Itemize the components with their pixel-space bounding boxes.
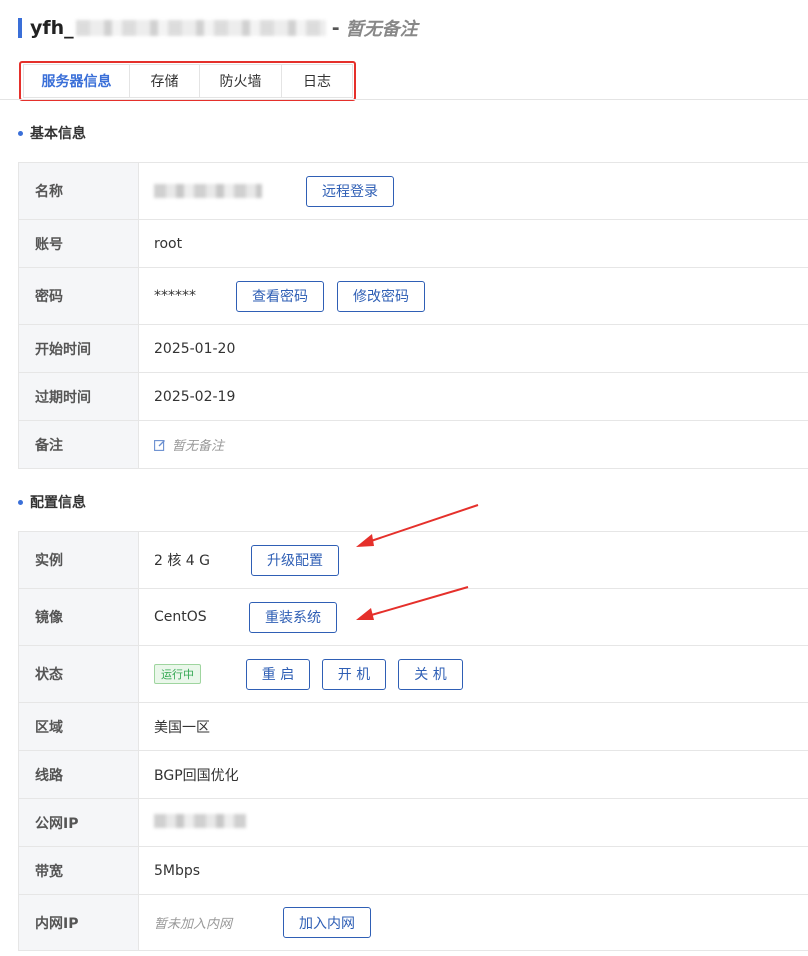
annotation-arrows [356,504,479,620]
arrow-to-upgrade-icon [356,504,479,547]
arrow-to-reinstall-icon [356,586,469,620]
